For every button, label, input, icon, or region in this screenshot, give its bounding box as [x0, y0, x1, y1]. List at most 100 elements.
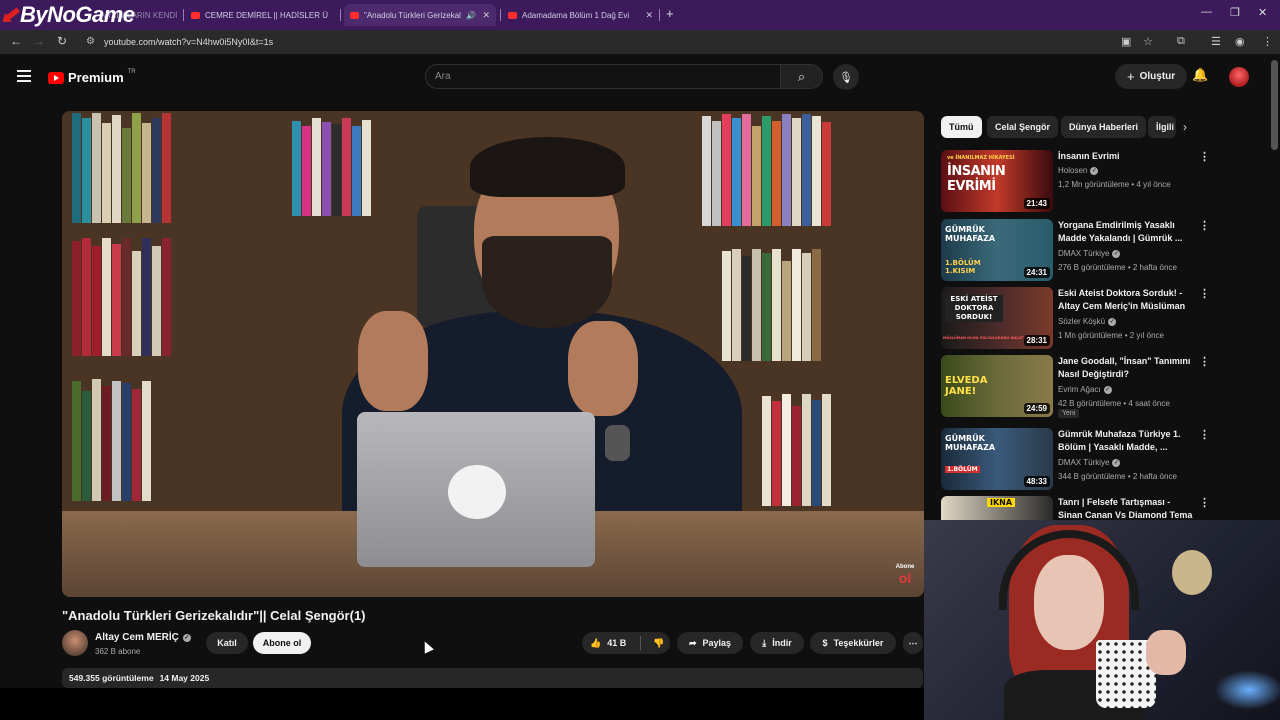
user-avatar[interactable] — [1229, 67, 1249, 87]
share-label: Paylaş — [702, 638, 732, 648]
books-left-bottom — [72, 376, 151, 501]
laptop-logo — [448, 465, 506, 519]
more-vertical-icon[interactable]: ⋮ — [1199, 219, 1210, 232]
video-thumbnail[interactable]: GÜMRÜK MUHAFAZA 1.BÖLÜM 1.KISIM 24:31 — [941, 219, 1053, 281]
cast-icon[interactable]: ▣ — [1121, 35, 1131, 48]
recommendation-channel[interactable]: DMAX Türkiye ✓ — [1058, 249, 1121, 258]
mouse-cursor — [420, 639, 434, 654]
forward-icon[interactable]: → — [33, 34, 45, 48]
video-thumbnail[interactable]: ESKİ ATEİST DOKTORA SORDUK! MÜSLÜMAN OLM… — [941, 287, 1053, 349]
browser-tab-2[interactable]: CEMRE DEMİREL || HADİSLER Ü ✕ — [191, 4, 334, 26]
thumbs-down-icon: 👎 — [653, 637, 665, 648]
recommendation-title[interactable]: Eski Ateist Doktora Sorduk! - Altay Cem … — [1058, 287, 1193, 313]
more-vertical-icon[interactable]: ⋮ — [1199, 287, 1210, 300]
minimize-icon[interactable]: — — [1201, 6, 1212, 18]
browser-menu-icon[interactable]: ⋮ — [1262, 35, 1273, 48]
headset — [999, 530, 1139, 610]
recommendation-title[interactable]: Jane Goodall, "İnsan" Tanımını Nasıl Değ… — [1058, 355, 1193, 381]
channel-name[interactable]: Altay Cem MERİÇ ✓ — [95, 632, 191, 643]
thumbnail-subtext: 1.BÖLÜM — [945, 466, 980, 473]
recommendation-item[interactable]: IKNA Tanrı | Felsefe Tartışması - Sinan … — [941, 496, 1211, 522]
search-input[interactable]: Ara — [425, 64, 781, 89]
create-button[interactable]: + Oluştur — [1115, 64, 1188, 89]
bookmark-star-icon[interactable]: ☆ — [1143, 35, 1153, 48]
video-thumbnail[interactable]: GÜMRÜK MUHAFAZA 1.BÖLÜM 48:33 — [941, 428, 1053, 490]
chevron-right-icon[interactable]: › — [1183, 120, 1187, 134]
url-field[interactable]: youtube.com/watch?v=N4hw0i5Ny0I&t=1s — [104, 37, 273, 47]
search-icon: ⌕ — [797, 68, 806, 84]
recommendation-item[interactable]: ESKİ ATEİST DOKTORA SORDUK! MÜSLÜMAN OLM… — [941, 287, 1211, 349]
video-thumbnail[interactable]: IKNA — [941, 496, 1053, 522]
tab-separator — [659, 9, 660, 21]
notifications-bell-icon[interactable]: 🔔 — [1192, 67, 1208, 83]
restore-icon[interactable]: ❐ — [1230, 6, 1240, 19]
more-vertical-icon[interactable]: ⋮ — [1199, 428, 1210, 441]
more-vertical-icon[interactable]: ⋮ — [1199, 355, 1210, 368]
close-icon[interactable]: ✕ — [333, 10, 334, 21]
recommendation-item[interactable]: GÜMRÜK MUHAFAZA 1.BÖLÜM 1.KISIM 24:31 Yo… — [941, 219, 1211, 281]
recommendation-channel[interactable]: Sözler Köşkü ✓ — [1058, 317, 1117, 326]
chip-all[interactable]: Tümü — [941, 116, 982, 138]
create-label: Oluştur — [1139, 71, 1176, 82]
recommendation-channel[interactable]: Holosen ✓ — [1058, 166, 1099, 175]
browser-tab-4[interactable]: Adamadama Bölüm 1 Dağ Evi ✕ — [508, 4, 653, 26]
youtube-premium-logo[interactable]: Premium TR — [48, 69, 136, 85]
recommendation-title[interactable]: Yorgana Emdirilmiş Yasaklı Madde Yakalan… — [1058, 219, 1193, 245]
video-player[interactable]: Abone ol — [62, 111, 924, 597]
new-tab-icon[interactable]: + — [666, 6, 674, 21]
recommendation-item[interactable]: ELVEDA JANE! 24:59 Jane Goodall, "İnsan"… — [941, 355, 1211, 418]
recommendation-item[interactable]: ve İNANILMAZ HİKAYESİ İNSANIN EVRİMİ 21:… — [941, 150, 1211, 212]
youtube-icon — [191, 11, 200, 19]
chip-celal-sengor[interactable]: Celal Şengör — [987, 116, 1059, 138]
more-vertical-icon[interactable]: ⋮ — [1199, 150, 1210, 163]
reload-icon[interactable]: ↻ — [57, 34, 67, 48]
thumbs-up-icon: 👍 — [590, 637, 602, 648]
subscriber-count: 362 B abone — [95, 647, 141, 656]
scrollbar-thumb[interactable] — [1271, 60, 1278, 150]
share-button[interactable]: ➦ Paylaş — [677, 632, 743, 654]
recommendation-title[interactable]: Tanrı | Felsefe Tartışması - Sinan Canan… — [1058, 496, 1193, 522]
duration-badge: 24:59 — [1023, 403, 1050, 414]
menu-icon[interactable] — [17, 70, 31, 85]
site-info-icon[interactable]: ⚙ — [86, 36, 95, 47]
chip-world-news[interactable]: Dünya Haberleri — [1061, 116, 1147, 138]
duration-badge: 24:31 — [1023, 267, 1050, 278]
close-icon[interactable]: ✕ — [645, 10, 653, 21]
video-thumbnail[interactable]: ve İNANILMAZ HİKAYESİ İNSANIN EVRİMİ 21:… — [941, 150, 1053, 212]
video-thumbnail[interactable]: ELVEDA JANE! 24:59 — [941, 355, 1053, 417]
dislike-button[interactable]: 👎 — [653, 638, 664, 649]
subscribe-watermark[interactable]: Abone ol — [892, 563, 918, 589]
recommendation-channel[interactable]: DMAX Türkiye ✓ — [1058, 458, 1121, 467]
media-icon[interactable]: ☰ — [1211, 35, 1221, 48]
profile-icon[interactable]: ◉ — [1235, 35, 1245, 48]
chip-related[interactable]: İlgili — [1148, 116, 1176, 138]
like-button[interactable]: 👍 41 B — [590, 638, 626, 649]
download-label: İndir — [772, 638, 792, 648]
voice-search-button[interactable]: 🎙 — [833, 64, 859, 90]
subscribe-button[interactable]: Abone ol — [253, 632, 311, 654]
join-button[interactable]: Katıl — [206, 632, 248, 654]
browser-tab-3-active[interactable]: "Anadolu Türkleri Gerizekal 🔊 ✕ — [344, 4, 496, 26]
recommendation-meta: 344 B görüntüleme • 2 hafta önce — [1058, 472, 1177, 481]
description-box[interactable]: 549.355 görüntüleme 14 May 2025 — [62, 668, 923, 688]
channel-avatar[interactable] — [62, 630, 88, 656]
thanks-button[interactable]: $ Teşekkürler — [810, 632, 896, 654]
extensions-icon[interactable]: ⧉ — [1177, 35, 1185, 48]
duration-badge: 28:31 — [1023, 335, 1050, 346]
close-icon[interactable]: ✕ — [482, 10, 490, 21]
duration-badge: 48:33 — [1023, 476, 1050, 487]
bottom-strip — [0, 688, 924, 720]
search-button[interactable]: ⌕ — [781, 64, 823, 89]
tab-separator — [340, 9, 341, 21]
download-button[interactable]: ⤓ İndir — [750, 632, 804, 654]
more-actions-button[interactable]: ⋯ — [903, 632, 923, 654]
back-icon[interactable]: ← — [10, 34, 22, 48]
recommendation-channel[interactable]: Evrim Ağacı ✓ — [1058, 385, 1112, 394]
recommendation-item[interactable]: GÜMRÜK MUHAFAZA 1.BÖLÜM 48:33 Gümrük Muh… — [941, 428, 1211, 490]
like-count: 41 B — [607, 638, 627, 648]
close-window-icon[interactable]: ✕ — [1258, 6, 1267, 19]
recommendation-title[interactable]: İnsanın Evrimi — [1058, 150, 1193, 163]
recommendation-title[interactable]: Gümrük Muhafaza Türkiye 1. Bölüm | Yasak… — [1058, 428, 1193, 454]
more-vertical-icon[interactable]: ⋮ — [1199, 496, 1210, 509]
speaker-icon[interactable]: 🔊 — [466, 11, 476, 20]
